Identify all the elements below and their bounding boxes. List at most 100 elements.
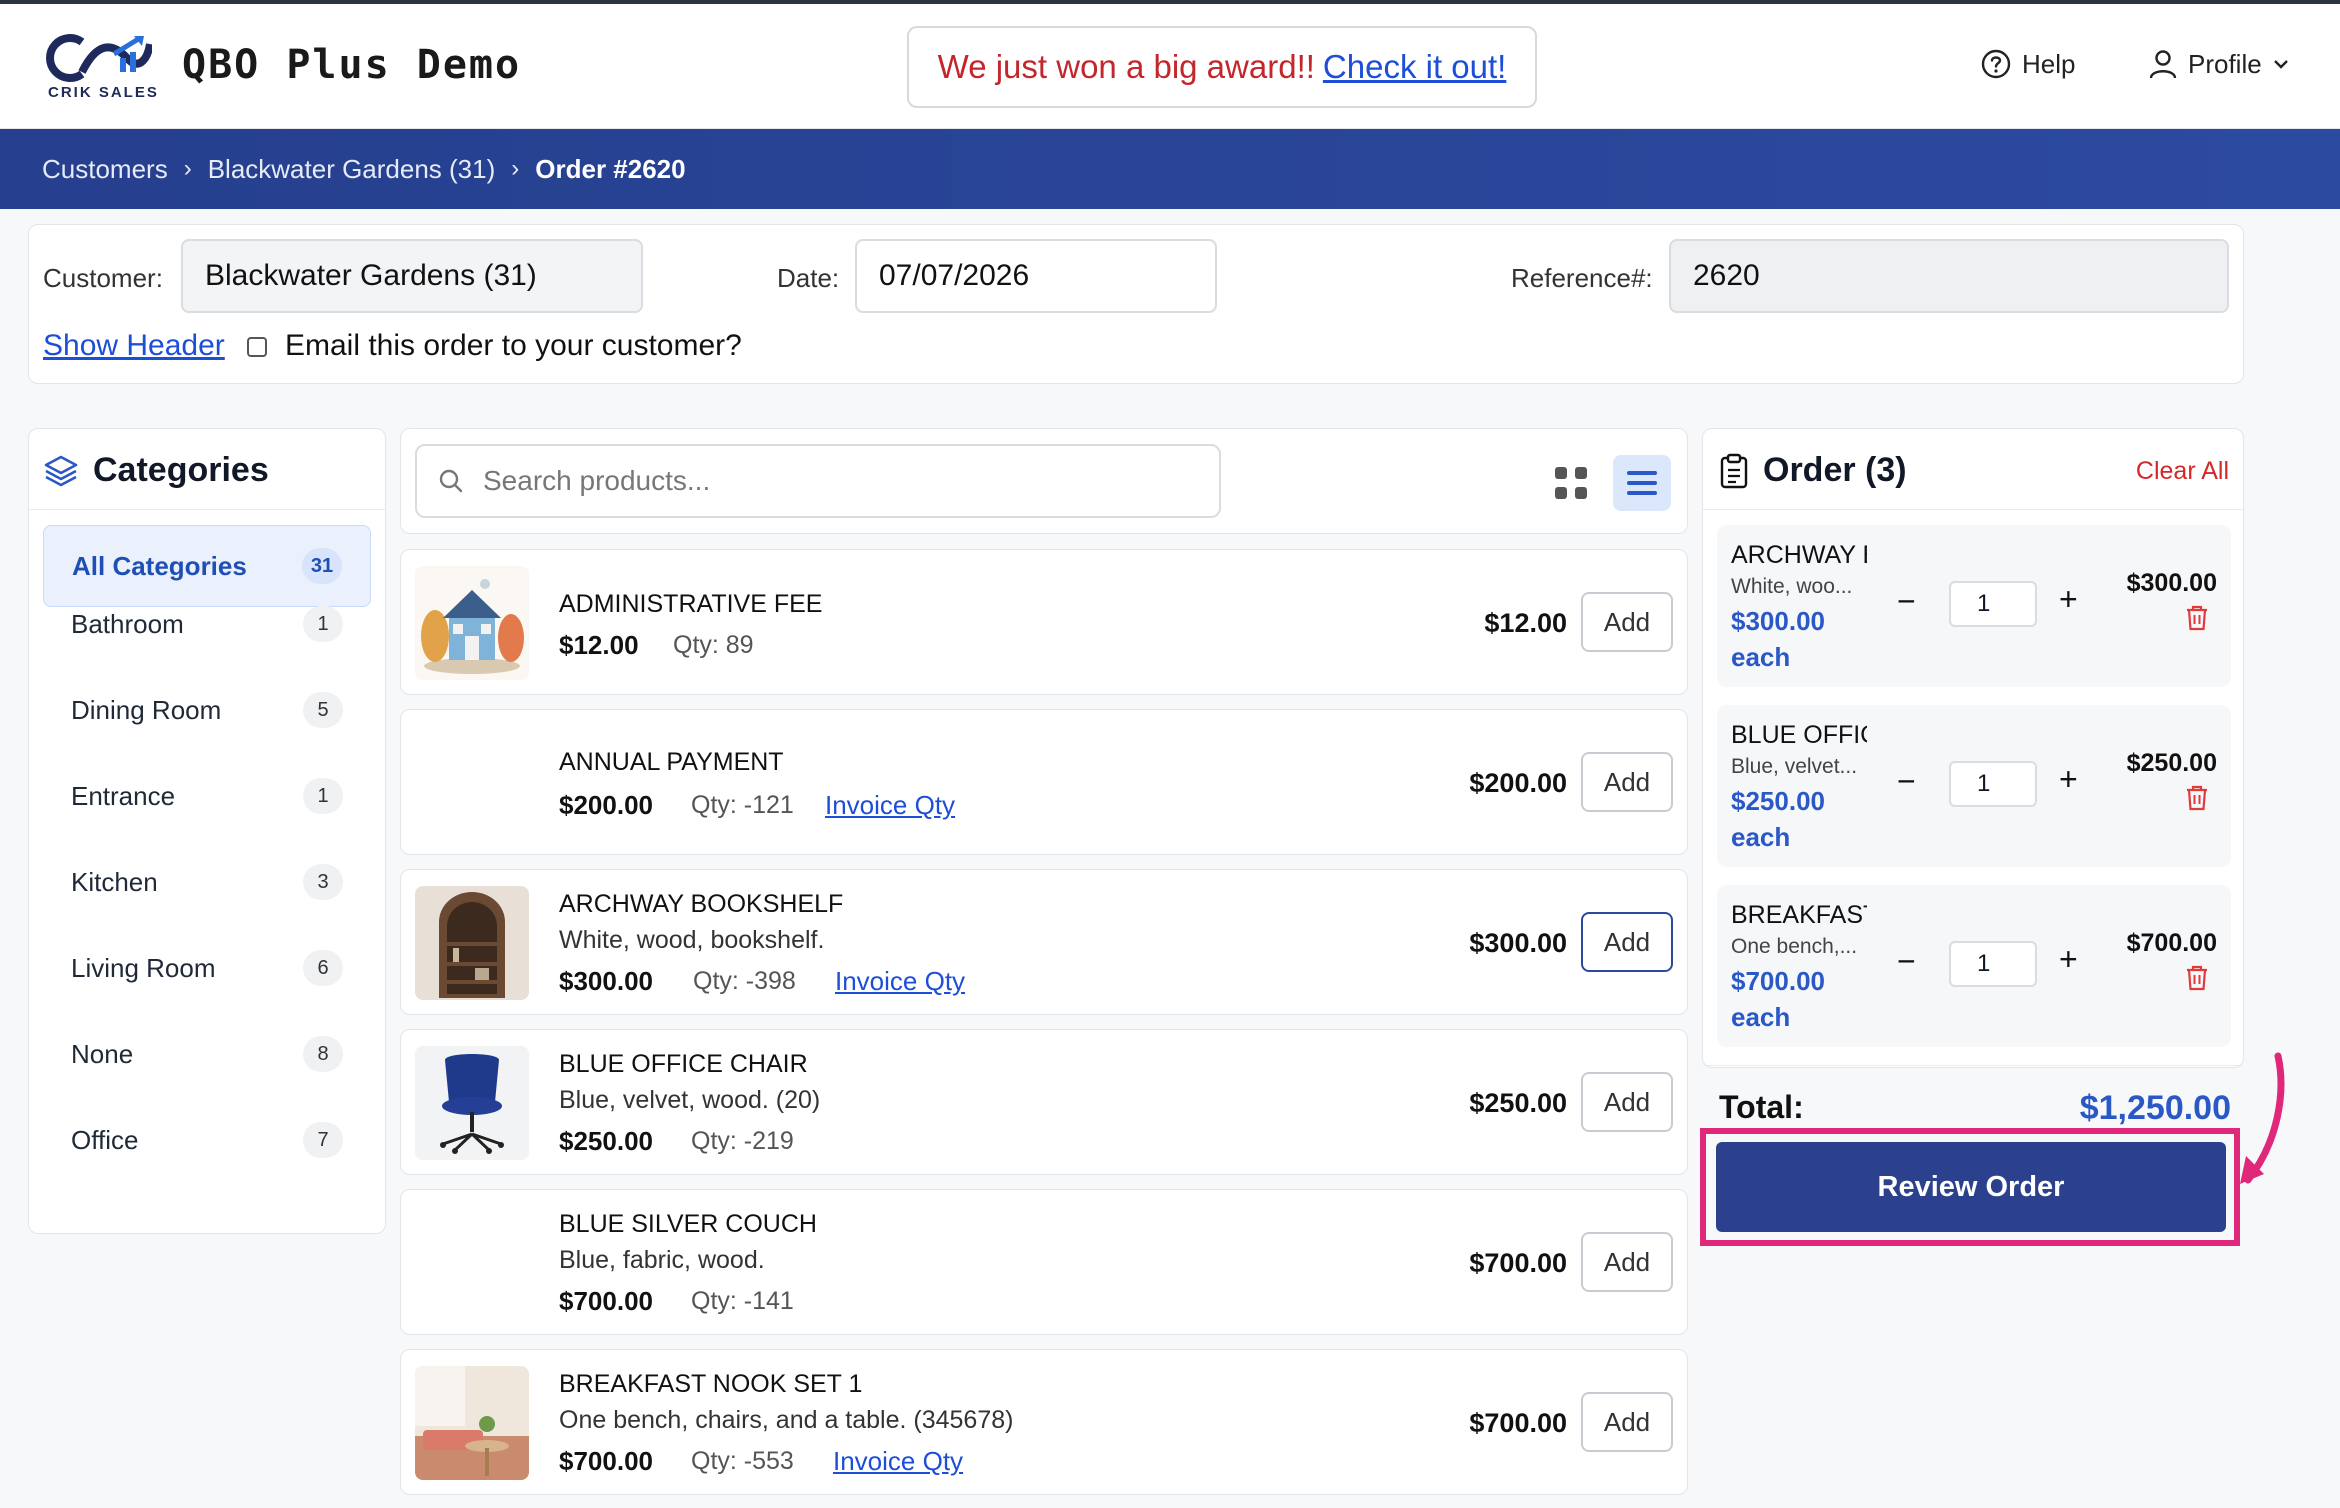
- category-office[interactable]: Office 7: [43, 1099, 371, 1181]
- product-qty: Qty: 89: [673, 631, 754, 659]
- customer-select[interactable]: Blackwater Gardens (31): [181, 239, 643, 313]
- add-button[interactable]: Add: [1581, 912, 1673, 972]
- date-input[interactable]: 07/07/2026: [855, 239, 1217, 313]
- breadcrumb-customers[interactable]: Customers: [42, 154, 168, 185]
- category-label: Living Room: [71, 952, 216, 983]
- order-item-qty-input[interactable]: 1: [1949, 761, 2037, 807]
- add-button[interactable]: Add: [1581, 592, 1673, 652]
- crik-sales-logo[interactable]: CRIK SALES: [42, 32, 162, 102]
- category-dining-room[interactable]: Dining Room 5: [43, 669, 371, 751]
- trash-icon[interactable]: [2185, 965, 2209, 991]
- increase-qty-button[interactable]: +: [2059, 761, 2078, 798]
- callout-arrow-icon: [2240, 1052, 2285, 1184]
- product-name: ANNUAL PAYMENT: [559, 748, 784, 776]
- increase-qty-button[interactable]: +: [2059, 941, 2078, 978]
- reference-input[interactable]: 2620: [1669, 239, 2229, 313]
- help-label: Help: [2022, 48, 2076, 79]
- product-row: ANNUAL PAYMENT $200.00 Qty: -121 Invoice…: [400, 709, 1688, 855]
- category-count-badge: 1: [303, 778, 343, 814]
- invoice-qty-link[interactable]: Invoice Qty: [825, 790, 955, 821]
- category-label: Entrance: [71, 780, 176, 811]
- user-icon: [2149, 50, 2177, 79]
- categories-title: Categories: [93, 451, 269, 489]
- product-right-price: $250.00: [1469, 1088, 1567, 1118]
- breadcrumb-separator-icon: ›: [183, 155, 192, 182]
- logo-text: CRIK SALES: [48, 84, 159, 101]
- product-name: ARCHWAY BOOKSHELF: [559, 890, 844, 918]
- search-icon: [439, 469, 463, 493]
- product-qty: Qty: -121: [691, 791, 794, 819]
- total-label: Total:: [1719, 1089, 1804, 1125]
- decrease-qty-button[interactable]: −: [1897, 763, 1916, 800]
- decrease-qty-button[interactable]: −: [1897, 583, 1916, 620]
- breakfast-nook-photo-icon: [415, 1366, 529, 1480]
- show-header-link[interactable]: Show Header: [43, 329, 225, 363]
- add-button[interactable]: Add: [1581, 752, 1673, 812]
- category-label: Dining Room: [71, 694, 222, 725]
- order-item-qty-input[interactable]: 1: [1949, 581, 2037, 627]
- customer-label: Customer:: [43, 263, 163, 293]
- search-placeholder: Search products...: [483, 465, 711, 496]
- profile-menu[interactable]: Profile: [2148, 48, 2290, 80]
- help-link[interactable]: Help: [1980, 48, 2075, 80]
- clipboard-icon: [1720, 453, 1748, 488]
- product-row: ADMINISTRATIVE FEE $12.00 Qty: 89 $12.00…: [400, 549, 1688, 695]
- divider: [1703, 1065, 2243, 1066]
- email-order-checkbox[interactable]: [247, 337, 267, 357]
- product-image: [415, 1206, 529, 1320]
- category-entrance[interactable]: Entrance 1: [43, 755, 371, 837]
- breadcrumb: Customers › Blackwater Gardens (31) › Or…: [0, 129, 2340, 209]
- categories-header: Categories: [43, 451, 269, 490]
- reference-label: Reference#:: [1511, 263, 1653, 293]
- product-qty: Qty: -141: [691, 1287, 794, 1315]
- house-illustration-icon: [415, 566, 529, 680]
- product-toolbar: Search products...: [400, 428, 1688, 534]
- product-right-price: $200.00: [1469, 768, 1567, 798]
- invoice-qty-link[interactable]: Invoice Qty: [835, 966, 965, 997]
- product-description: Blue, velvet, wood. (20): [559, 1086, 821, 1114]
- product-price: $12.00: [559, 630, 639, 660]
- review-order-button[interactable]: Review Order: [1716, 1142, 2226, 1232]
- app-header: CRIK SALES QBO Plus Demo We just won a b…: [0, 4, 2340, 129]
- category-label: Kitchen: [71, 866, 158, 897]
- product-row: BLUE SILVER COUCH Blue, fabric, wood. $7…: [400, 1189, 1688, 1335]
- category-kitchen[interactable]: Kitchen 3: [43, 841, 371, 923]
- product-image: [415, 726, 529, 840]
- category-living-room[interactable]: Living Room 6: [43, 927, 371, 1009]
- order-item-name: BLUE OFFICE CHAIR: [1731, 721, 1867, 749]
- add-button[interactable]: Add: [1581, 1392, 1673, 1452]
- order-total-row: Total: $1,250.00: [1719, 1089, 2231, 1128]
- order-item-name: ARCHWAY BOOKSHELF: [1731, 541, 1867, 569]
- product-row: BLUE OFFICE CHAIR Blue, velvet, wood. (2…: [400, 1029, 1688, 1175]
- product-image: [415, 1366, 529, 1480]
- trash-icon[interactable]: [2185, 785, 2209, 811]
- breadcrumb-customer[interactable]: Blackwater Gardens (31): [208, 154, 496, 185]
- decrease-qty-button[interactable]: −: [1897, 943, 1916, 980]
- list-view-icon: [1627, 471, 1657, 495]
- category-none[interactable]: None 8: [43, 1013, 371, 1095]
- invoice-qty-link[interactable]: Invoice Qty: [833, 1446, 963, 1477]
- add-button[interactable]: Add: [1581, 1072, 1673, 1132]
- search-input[interactable]: Search products...: [415, 444, 1221, 518]
- order-header: Order (3): [1719, 451, 1907, 490]
- list-view-button[interactable]: [1613, 455, 1671, 511]
- chevron-down-icon: [2273, 60, 2288, 69]
- order-panel: Order (3) Clear All ARCHWAY BOOKSHELF Wh…: [1702, 428, 2244, 1127]
- add-button[interactable]: Add: [1581, 1232, 1673, 1292]
- product-name: BLUE OFFICE CHAIR: [559, 1050, 808, 1078]
- order-item-qty-input[interactable]: 1: [1949, 941, 2037, 987]
- product-qty: Qty: -219: [691, 1127, 794, 1155]
- order-item-unit-price: $250.00 each: [1731, 786, 1825, 852]
- product-right-price: $700.00: [1469, 1408, 1567, 1438]
- increase-qty-button[interactable]: +: [2059, 581, 2078, 618]
- clear-all-button[interactable]: Clear All: [2136, 457, 2229, 486]
- order-item: ARCHWAY BOOKSHELF White, woo... $300.00 …: [1717, 525, 2231, 687]
- banner-link[interactable]: Check it out!: [1323, 48, 1506, 86]
- category-count-badge: 8: [303, 1036, 343, 1072]
- office-chair-photo-icon: [415, 1046, 529, 1160]
- grid-view-icon[interactable]: [1551, 463, 1591, 503]
- order-item-name: BREAKFAST NOOK SET 1: [1731, 901, 1867, 929]
- category-bathroom[interactable]: Bathroom 1: [43, 583, 371, 665]
- trash-icon[interactable]: [2185, 605, 2209, 631]
- category-count-badge: 1: [303, 606, 343, 642]
